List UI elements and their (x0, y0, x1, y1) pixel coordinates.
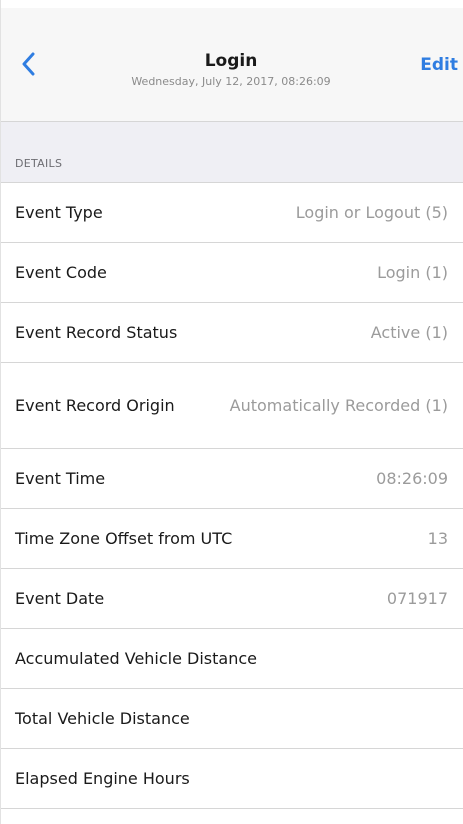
row-event-record-status[interactable]: Event Record Status Active (1) (1, 302, 463, 362)
row-value: 071917 (386, 588, 448, 608)
page-title: Login (204, 51, 258, 71)
row-total-vehicle-distance[interactable]: Total Vehicle Distance (1, 688, 463, 748)
row-event-record-origin[interactable]: Event Record Origin Automatically Record… (1, 362, 463, 448)
page-subtitle-timestamp: Wednesday, July 12, 2017, 08:26:09 (131, 75, 331, 88)
row-label: Accumulated Vehicle Distance (15, 648, 257, 668)
row-label: Event Record Origin (15, 395, 175, 415)
row-value: Login or Logout (5) (295, 202, 448, 222)
row-value: 08:26:09 (376, 468, 448, 488)
row-label: Event Time (15, 468, 106, 488)
row-value: Login (1) (377, 262, 448, 282)
row-accumulated-vehicle-distance[interactable]: Accumulated Vehicle Distance (1, 628, 463, 688)
row-value: 13 (427, 528, 448, 548)
row-label: Total Vehicle Distance (15, 708, 190, 728)
row-event-time[interactable]: Event Time 08:26:09 (1, 448, 463, 508)
row-value: Active (1) (370, 322, 448, 342)
row-label: Event Type (15, 202, 103, 222)
row-event-type[interactable]: Event Type Login or Logout (5) (1, 182, 463, 242)
row-value: Automatically Recorded (1) (229, 395, 448, 415)
chevron-left-icon (21, 52, 45, 76)
row-elapsed-engine-hours[interactable]: Elapsed Engine Hours (1, 748, 463, 808)
back-button[interactable] (21, 52, 45, 80)
row-label: Elapsed Engine Hours (15, 768, 190, 788)
section-label: DETAILS (15, 157, 63, 170)
list-divider (1, 808, 463, 809)
details-list: Event Type Login or Logout (5) Event Cod… (1, 182, 463, 809)
row-event-code[interactable]: Event Code Login (1) (1, 242, 463, 302)
edit-button[interactable]: Edit (420, 55, 458, 75)
row-label: Event Record Status (15, 322, 178, 342)
row-event-date[interactable]: Event Date 071917 (1, 568, 463, 628)
section-header-details: DETAILS (1, 122, 463, 182)
row-label: Event Code (15, 262, 107, 282)
navigation-bar: Login Wednesday, July 12, 2017, 08:26:09… (1, 8, 463, 122)
row-time-zone-offset[interactable]: Time Zone Offset from UTC 13 (1, 508, 463, 568)
row-label: Event Date (15, 588, 105, 608)
row-label: Time Zone Offset from UTC (15, 528, 233, 548)
login-event-details-screen: Login Wednesday, July 12, 2017, 08:26:09… (0, 0, 463, 824)
